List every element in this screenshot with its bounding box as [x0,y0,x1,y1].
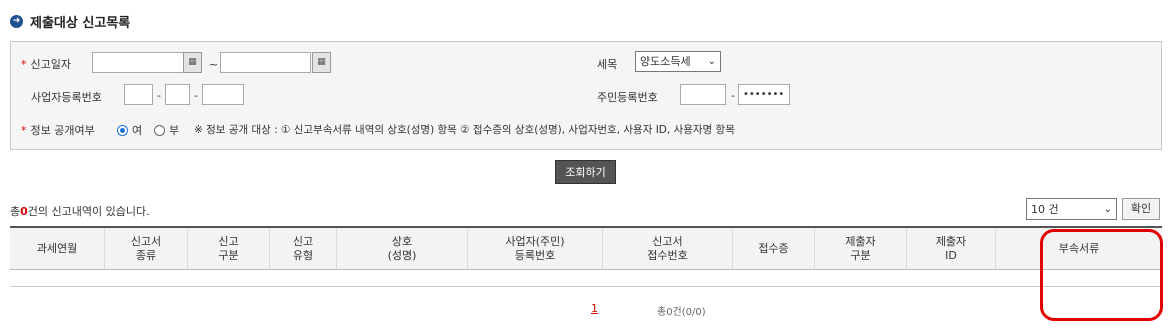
tax-item-value: 양도소득세 [640,55,691,68]
page-link-1[interactable]: 1 [591,302,598,315]
page-size-select[interactable]: 10 건 ⌄ [1026,198,1117,220]
resident-no-field-1[interactable] [680,84,726,105]
table-header: 과세연월 신고서 종류 신고 구분 신고 유형 상호 (성명) 사업자(주민) 등록번호 신고서 접수번… [10,226,1162,270]
resident-no-field-2[interactable]: ••••••• [738,84,790,105]
page-title: ➜ 제출대상 신고목록 [10,12,130,31]
column-header: 신고서 종류 [105,228,188,269]
highlight-annotation [1040,229,1163,321]
resident-no-label: 주민등록번호 [597,91,658,104]
range-separator: ~ [209,58,219,71]
disclosure-note: ※ 정보 공개 대상 : ① 신고부속서류 내역의 상호(성명) 항목 ② 접수… [194,124,735,136]
search-panel: * 신고일자 ▦ ~ ▦ 세목 양도소득세 ⌄ 사업자등록번호 - - 주민등록번… [10,41,1162,150]
pager-info: 총0건(0/0) [657,307,706,318]
biz-no-field-2[interactable] [165,84,190,105]
biz-no-field-1[interactable] [124,84,153,105]
confirm-button[interactable]: 확인 [1122,198,1160,220]
tax-item-select[interactable]: 양도소득세 ⌄ [635,51,721,72]
page-title-text: 제출대상 신고목록 [30,16,131,31]
disclosure-yes-radio[interactable]: 여 [117,122,142,138]
biz-separator-2: - [194,89,198,102]
column-header: 과세연월 [10,228,105,269]
disclosure-label: * 정보 공개여부 [21,124,95,137]
table-divider [10,286,1162,287]
chevron-down-icon: ⌄ [1103,203,1112,215]
search-button[interactable]: 조회하기 [555,160,616,184]
biz-no-label: 사업자등록번호 [31,91,102,104]
report-date-label: * 신고일자 [21,58,71,71]
biz-separator-1: - [157,89,161,102]
calendar-icon[interactable]: ▦ [183,52,202,73]
column-header: 제출자 ID [907,228,996,269]
column-header: 상호 (성명) [337,228,468,269]
date-from-input[interactable] [92,52,188,73]
result-count: 총0건의 신고내역이 있습니다. [10,205,150,218]
column-header: 제출자 구분 [815,228,907,269]
resident-separator: - [731,89,735,102]
column-header: 신고 구분 [188,228,270,269]
disclosure-no-radio[interactable]: 부 [154,122,179,138]
column-header: 신고서 접수번호 [603,228,733,269]
calendar-icon[interactable]: ▦ [312,52,331,73]
column-header: 신고 유형 [270,228,337,269]
chevron-down-icon: ⌄ [707,56,716,67]
arrow-circle-icon: ➜ [10,15,23,28]
column-header: 사업자(주민) 등록번호 [468,228,603,269]
column-header: 접수증 [733,228,815,269]
biz-no-field-3[interactable] [202,84,244,105]
date-to-input[interactable] [220,52,311,73]
page-size-value: 10 건 [1031,202,1059,216]
tax-item-label: 세목 [597,58,618,71]
